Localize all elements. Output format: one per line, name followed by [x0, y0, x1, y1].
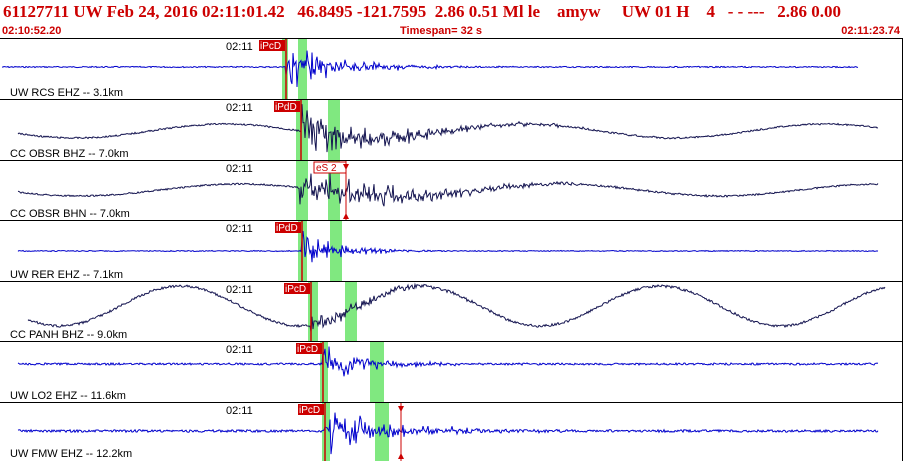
trace-svg-obsr-bhn: eS 2 — [17, 161, 879, 221]
waveform — [17, 173, 879, 207]
panel-time: 02:11 — [226, 344, 253, 356]
pick-code: iPcD — [285, 284, 306, 295]
trace-panel-rer[interactable]: iPdD 02:11 UW RER EHZ -- 7.1km — [0, 220, 903, 282]
waveform — [1, 50, 859, 88]
trace-panel-obsr-bhz[interactable]: iPdD 02:11 CC OBSR BHZ -- 7.0km — [0, 99, 903, 161]
panel-time: 02:11 — [226, 102, 253, 114]
start-time: 02:10:52.20 — [2, 25, 62, 37]
waveform — [17, 346, 879, 377]
station-label: CC PANH BHZ -- 9.0km — [10, 329, 128, 341]
pick-code: eS 2 — [316, 163, 337, 174]
waveform-path — [17, 412, 879, 455]
seismogram-panels: iPcD 02:11 UW RCS EHZ -- 3.1km iPdD 02:1… — [0, 38, 903, 461]
trace-panel-panh[interactable]: iPcD 02:11 CC PANH BHZ -- 9.0km — [0, 281, 903, 342]
pick-code: iPdD — [275, 102, 297, 113]
waveform — [27, 282, 886, 332]
trace-svg-lo2: iPcD — [17, 342, 879, 403]
panel-time: 02:11 — [226, 405, 253, 417]
panel-time: 02:11 — [226, 284, 253, 296]
trace-panel-rcs[interactable]: iPcD 02:11 UW RCS EHZ -- 3.1km — [0, 38, 903, 100]
waveform-path — [27, 282, 886, 332]
waveform-path — [17, 104, 879, 153]
station-label: UW FMW EHZ -- 12.2km — [10, 448, 133, 460]
station-label: UW RCS EHZ -- 3.1km — [10, 87, 124, 99]
trace-svg-rer: iPdD — [17, 221, 879, 282]
s-window — [298, 39, 307, 100]
timespan: Timespan= 32 s — [400, 25, 483, 37]
station-label: CC OBSR BHZ -- 7.0km — [10, 148, 129, 160]
waveform-path — [17, 346, 879, 377]
panel-time: 02:11 — [226, 41, 253, 53]
station-label: UW RER EHZ -- 7.1km — [10, 269, 124, 281]
trace-panel-lo2[interactable]: iPcD 02:11 UW LO2 EHZ -- 11.6km — [0, 341, 903, 403]
waveform — [17, 412, 879, 455]
panel-time: 02:11 — [226, 223, 253, 235]
trace-svg-obsr-bhz: iPdD — [17, 100, 879, 161]
trace-svg-rcs: iPcD — [1, 39, 859, 100]
waveform — [17, 104, 879, 153]
event-header: 61127711 UW Feb 24, 2016 02:11:01.42 46.… — [0, 0, 903, 26]
p-window — [296, 161, 308, 221]
waveform-path — [17, 231, 879, 263]
waveform-path — [17, 173, 879, 207]
end-time: 02:11:23.74 — [841, 25, 900, 37]
station-label: CC OBSR BHN -- 7.0km — [10, 208, 130, 220]
pick-code: iPcD — [297, 344, 318, 355]
s-pick-tri-top — [398, 406, 404, 412]
trace-svg-panh: iPcD — [27, 282, 886, 342]
pick-tri-bottom — [343, 213, 349, 219]
s-pick-tri-bottom — [398, 453, 404, 459]
event-title: 61127711 UW Feb 24, 2016 02:11:01.42 46.… — [3, 2, 841, 21]
waveform-path — [1, 50, 859, 88]
pick-code: iPcD — [260, 41, 281, 52]
station-label: UW LO2 EHZ -- 11.6km — [10, 390, 126, 402]
waveform — [17, 231, 879, 263]
panel-time: 02:11 — [226, 163, 253, 175]
pick-code: iPdD — [276, 223, 298, 234]
trace-panel-fmw[interactable]: iPcD 02:11 UW FMW EHZ -- 12.2km — [0, 402, 903, 461]
trace-panel-obsr-bhn[interactable]: eS 2 02:11 CC OBSR BHN -- 7.0km — [0, 160, 903, 221]
pick-code: iPcD — [299, 405, 320, 416]
s-window — [370, 342, 384, 403]
trace-svg-fmw: iPcD — [17, 403, 879, 461]
